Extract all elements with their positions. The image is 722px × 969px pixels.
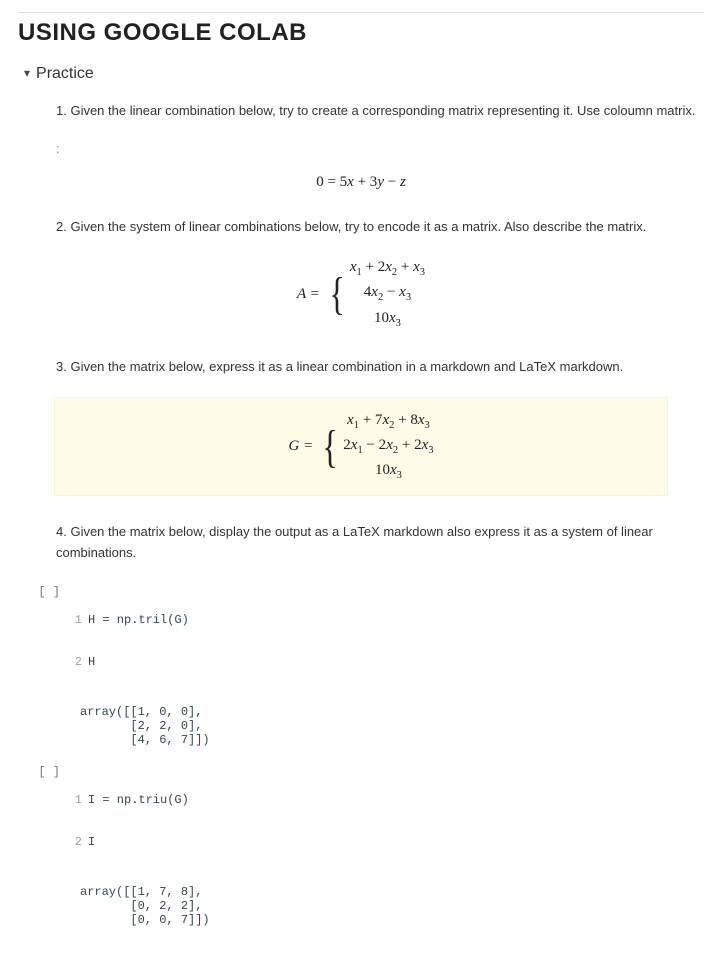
code-lines: 1H = np.tril(G) 2H (68, 585, 189, 697)
section-title: Practice (36, 65, 94, 83)
eq2-row1: x1 + 2x2 + x3 (350, 257, 425, 280)
cell-gutter: [ ] (32, 765, 68, 877)
practice-section-header[interactable]: ▾ Practice (24, 65, 704, 83)
page-title: USING GOOGLE COLAB (18, 19, 704, 47)
equation-1: 0 = 5x + 3y − z (18, 174, 704, 191)
eq3-label: G = (288, 438, 313, 455)
code-lines: 1I = np.triu(G) 2I (68, 765, 189, 877)
code-line: I = np.triu(G) (88, 793, 189, 807)
top-rule (18, 12, 704, 13)
code-line: H (88, 655, 95, 669)
left-brace-icon: { (329, 271, 344, 317)
highlight-box: G = { x1 + 7x2 + 8x3 2x1 − 2x2 + 2x3 10x… (54, 397, 668, 497)
eq2-label: A = (297, 286, 320, 303)
eq3-row3: 10x3 (343, 460, 433, 483)
eq2-row3: 10x3 (350, 308, 425, 331)
cell-gutter: [ ] (32, 585, 68, 697)
problem-3-text: 3. Given the matrix below, express it as… (56, 357, 704, 377)
eq3-row2: 2x1 − 2x2 + 2x3 (343, 435, 433, 458)
code-line: H = np.tril(G) (88, 613, 189, 627)
cell-output: array([[1, 0, 0], [2, 2, 0], [4, 6, 7]]) (80, 705, 704, 747)
chevron-down-icon: ▾ (24, 66, 30, 80)
problem-4-text: 4. Given the matrix below, display the o… (56, 522, 704, 562)
colon-marker: : (56, 141, 704, 156)
problem-1-text: 1. Given the linear combination below, t… (56, 101, 704, 121)
cell-output: array([[1, 7, 8], [0, 2, 2], [0, 0, 7]]) (80, 885, 704, 927)
code-cell[interactable]: [ ] 1H = np.tril(G) 2H (32, 585, 704, 697)
equation-2: A = { x1 + 2x2 + x3 4x2 − x3 10x3 (18, 257, 704, 331)
left-brace-icon: { (323, 424, 338, 470)
problem-2-text: 2. Given the system of linear combinatio… (56, 217, 704, 237)
equation-3: G = { x1 + 7x2 + 8x3 2x1 − 2x2 + 2x3 10x… (63, 410, 659, 484)
eq3-row1: x1 + 7x2 + 8x3 (343, 410, 433, 433)
code-line: I (88, 835, 95, 849)
eq2-row2: 4x2 − x3 (350, 282, 425, 305)
code-cell[interactable]: [ ] 1I = np.triu(G) 2I (32, 765, 704, 877)
